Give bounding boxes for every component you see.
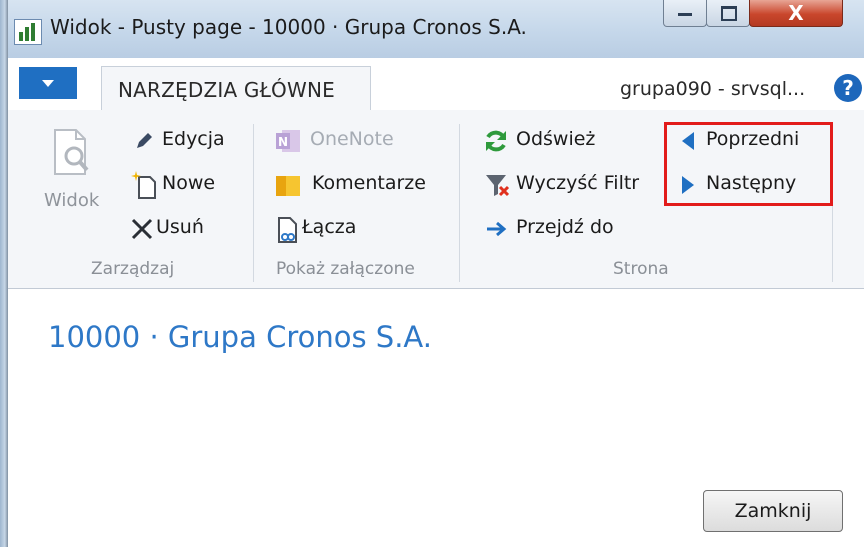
refresh-label: Odśwież	[516, 128, 596, 150]
help-icon[interactable]: ?	[834, 74, 862, 102]
goto-button[interactable]: Przejdź do	[480, 214, 640, 244]
view-button[interactable]: Widok	[40, 124, 112, 224]
close-button[interactable]: X	[749, 0, 843, 27]
new-label: Nowe	[162, 172, 216, 194]
new-button[interactable]: Nowe	[126, 170, 246, 200]
goto-label: Przejdź do	[516, 216, 614, 238]
maximize-button[interactable]	[706, 0, 750, 27]
group-label-page: Strona	[613, 259, 669, 279]
onenote-label: OneNote	[310, 128, 394, 150]
close-icon: X	[788, 1, 804, 25]
delete-button[interactable]: Usuń	[126, 214, 246, 244]
link-document-icon	[278, 217, 297, 243]
group-label-attachments: Pokaż załączone	[276, 259, 415, 279]
minimize-button[interactable]	[663, 0, 707, 27]
svg-text:N: N	[278, 135, 288, 149]
window-left-border	[0, 0, 8, 547]
close-window-button[interactable]: Zamknij	[703, 490, 843, 532]
group-separator	[459, 124, 460, 282]
onenote-icon: N	[276, 130, 300, 152]
app-icon	[14, 19, 42, 45]
arrow-right-icon	[487, 221, 507, 237]
delete-label: Usuń	[156, 216, 204, 238]
notes-label: Komentarze	[312, 172, 426, 194]
delete-x-icon	[131, 218, 153, 240]
view-page-icon	[54, 129, 89, 175]
group-label-manage: Zarządzaj	[91, 259, 175, 279]
clear-filter-button[interactable]: Wyczyść Filtr	[480, 170, 660, 200]
view-label: Widok	[44, 190, 100, 211]
app-menu-button[interactable]	[19, 67, 77, 99]
notes-button[interactable]: Komentarze	[270, 170, 450, 200]
group-separator	[253, 124, 254, 282]
maximize-icon	[721, 6, 737, 21]
note-icon	[276, 176, 300, 196]
links-label: Łącza	[302, 216, 357, 238]
edit-button[interactable]: Edycja	[126, 126, 246, 156]
minimize-icon	[678, 13, 692, 16]
navigation-highlight-box	[664, 122, 833, 206]
clear-filter-label: Wyczyść Filtr	[516, 172, 640, 194]
record-title: 10000 · Grupa Cronos S.A.	[48, 320, 432, 354]
pencil-icon	[137, 133, 152, 148]
tab-home-label: NARZĘDZIA GŁÓWNE	[118, 78, 335, 102]
refresh-button[interactable]: Odśwież	[480, 126, 640, 156]
clear-filter-icon	[486, 175, 510, 197]
edit-label: Edycja	[162, 128, 225, 150]
refresh-icon	[486, 130, 506, 152]
server-label: grupa090 - srvsql...	[620, 78, 806, 100]
new-document-icon	[131, 171, 156, 199]
window-title: Widok - Pusty page - 10000 · Grupa Crono…	[50, 15, 527, 39]
onenote-button[interactable]: N OneNote	[270, 126, 440, 156]
links-button[interactable]: Łącza	[270, 214, 390, 244]
